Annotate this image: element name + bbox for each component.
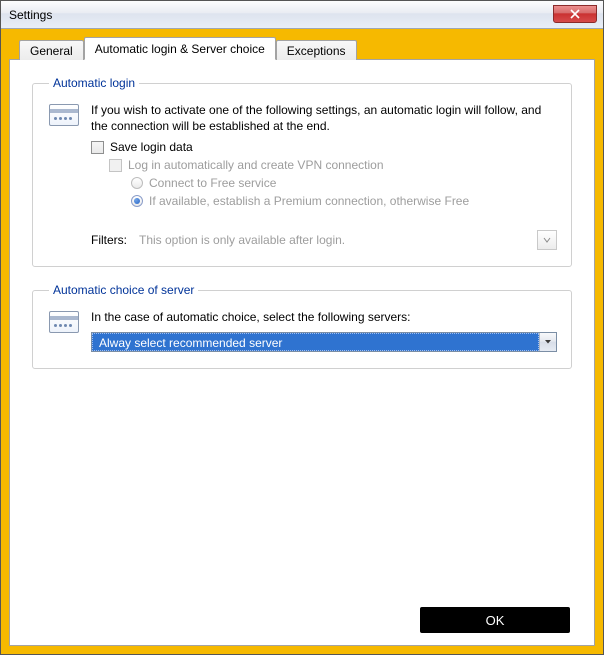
save-login-checkbox[interactable] xyxy=(91,141,104,154)
server-card-icon xyxy=(47,309,81,351)
filters-row: Filters: This option is only available a… xyxy=(91,230,557,250)
window-title: Settings xyxy=(9,8,553,22)
radio-premium-row: If available, establish a Premium connec… xyxy=(91,194,557,208)
group-server-choice-legend: Automatic choice of server xyxy=(49,283,198,297)
autologin-description: If you wish to activate one of the follo… xyxy=(91,102,557,134)
title-bar: Settings xyxy=(1,1,603,29)
server-select-button[interactable] xyxy=(539,333,556,351)
tab-panel: Automatic login If you wish to activate … xyxy=(9,59,595,646)
auto-vpn-label: Log in automatically and create VPN conn… xyxy=(128,158,384,172)
tab-general[interactable]: General xyxy=(19,40,84,60)
group-automatic-login-legend: Automatic login xyxy=(49,76,139,90)
chevron-down-icon xyxy=(543,236,551,244)
ok-button[interactable]: OK xyxy=(420,607,570,633)
tab-exceptions[interactable]: Exceptions xyxy=(276,40,357,60)
chevron-down-icon xyxy=(544,338,552,346)
radio-free-row: Connect to Free service xyxy=(91,176,557,190)
close-icon xyxy=(570,9,580,19)
auto-vpn-checkbox xyxy=(109,159,122,172)
login-card-icon xyxy=(47,102,81,250)
filters-label: Filters: xyxy=(91,233,127,247)
radio-premium xyxy=(131,195,143,207)
tab-strip: General Automatic login & Server choice … xyxy=(9,37,595,60)
tab-autologin[interactable]: Automatic login & Server choice xyxy=(84,37,276,60)
dialog-buttons: OK xyxy=(32,607,572,633)
radio-premium-label: If available, establish a Premium connec… xyxy=(149,194,469,208)
auto-vpn-row: Log in automatically and create VPN conn… xyxy=(91,158,557,172)
radio-free xyxy=(131,177,143,189)
server-description: In the case of automatic choice, select … xyxy=(91,309,557,325)
server-select[interactable]: Alway select recommended server xyxy=(91,332,557,352)
radio-free-label: Connect to Free service xyxy=(149,176,276,190)
group-automatic-login: Automatic login If you wish to activate … xyxy=(32,76,572,267)
group-server-choice: Automatic choice of server In the case o… xyxy=(32,283,572,368)
save-login-row[interactable]: Save login data xyxy=(91,140,557,154)
save-login-label: Save login data xyxy=(110,140,193,154)
filters-dropdown[interactable] xyxy=(537,230,557,250)
ok-button-label: OK xyxy=(486,613,505,628)
content-frame: General Automatic login & Server choice … xyxy=(1,29,603,654)
close-button[interactable] xyxy=(553,5,597,23)
server-select-value: Alway select recommended server xyxy=(92,333,539,351)
filters-text: This option is only available after logi… xyxy=(139,233,525,247)
